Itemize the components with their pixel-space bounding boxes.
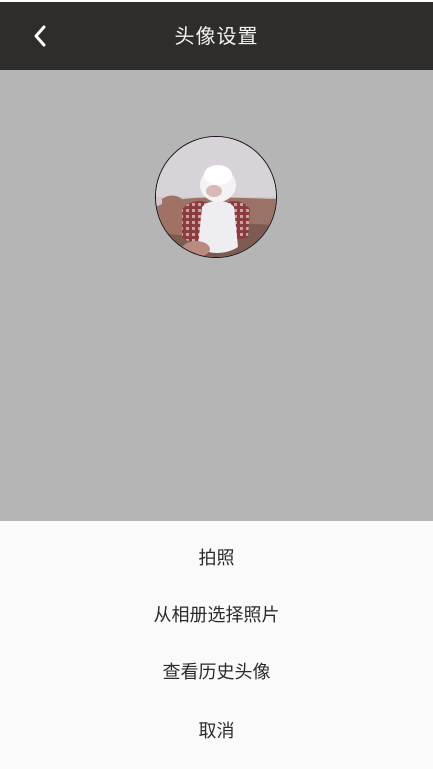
view-history-avatars-button[interactable]: 查看历史头像: [0, 645, 433, 701]
avatar-photo: [156, 137, 276, 257]
page-title: 头像设置: [174, 24, 259, 48]
action-sheet: 拍照 从相册选择照片 查看历史头像 取消: [0, 521, 433, 769]
avatar-settings-screen: 头像设置 拍照 从相册选择照片 查看历史头像 取消: [0, 0, 433, 769]
avatar: [155, 136, 277, 258]
take-photo-button[interactable]: 拍照: [0, 531, 433, 587]
title-bar: 头像设置: [0, 0, 433, 70]
avatar-preview-area: [0, 70, 433, 521]
choose-from-album-button[interactable]: 从相册选择照片: [0, 588, 433, 644]
cancel-button[interactable]: 取消: [0, 704, 433, 760]
